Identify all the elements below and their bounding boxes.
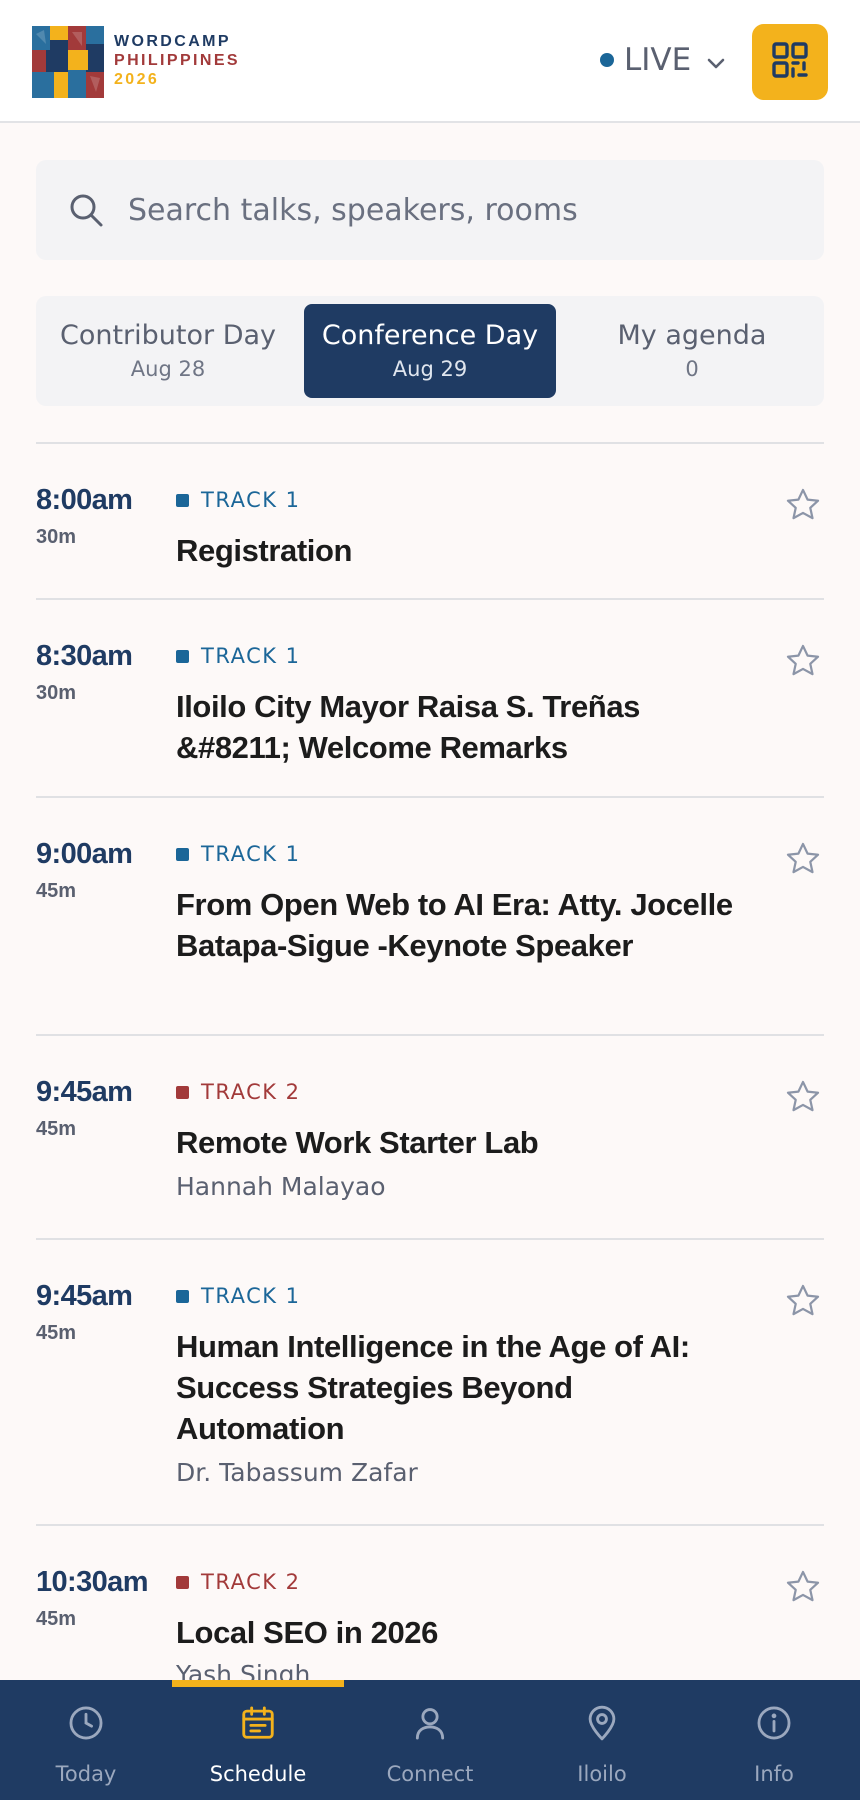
nav-iloilo[interactable]: Iloilo: [516, 1680, 688, 1800]
bottom-navigation: Today Schedule Connect Iloilo Info: [0, 1680, 860, 1800]
nav-today[interactable]: Today: [0, 1680, 172, 1800]
logo-line-year: 2026: [114, 71, 160, 88]
calendar-icon: [239, 1704, 277, 1746]
search-icon: [68, 192, 104, 232]
tab-label: My agenda: [617, 320, 767, 351]
nav-info[interactable]: Info: [688, 1680, 860, 1800]
track-label: TRACK 2: [201, 1570, 301, 1594]
session-time: 8:30am: [36, 640, 133, 672]
session-title[interactable]: From Open Web to AI Era: Atty. Jocelle B…: [176, 884, 736, 966]
tab-contributor-day[interactable]: Contributor Day Aug 28: [42, 304, 294, 398]
session-row[interactable]: 8:30am 30m TRACK 1 Iloilo City Mayor Rai…: [36, 600, 824, 798]
session-speaker[interactable]: Hannah Malayao: [176, 1172, 386, 1201]
track-color-square: [176, 493, 189, 507]
track-label: TRACK 1: [201, 842, 301, 866]
map-pin-icon: [583, 1704, 621, 1746]
session-track: TRACK 1: [176, 1284, 301, 1308]
session-time: 8:00am: [36, 484, 133, 516]
nav-connect[interactable]: Connect: [344, 1680, 516, 1800]
session-track: TRACK 2: [176, 1080, 301, 1104]
session-speaker[interactable]: Dr. Tabassum Zafar: [176, 1458, 418, 1487]
wordcamp-logo-mark[interactable]: [32, 26, 104, 98]
qr-code-icon: [771, 41, 809, 83]
session-title[interactable]: Registration: [176, 530, 736, 571]
nav-label: Iloilo: [577, 1762, 627, 1786]
agenda-count: 0: [685, 357, 699, 381]
nav-schedule[interactable]: Schedule: [172, 1680, 344, 1800]
session-track: TRACK 1: [176, 842, 301, 866]
session-duration: 45m: [36, 880, 77, 902]
star-icon[interactable]: [784, 1078, 822, 1120]
search-bar: [36, 160, 824, 260]
session-duration: 30m: [36, 682, 77, 704]
tab-conference-day[interactable]: Conference Day Aug 29: [304, 304, 556, 398]
session-title[interactable]: Remote Work Starter Lab: [176, 1122, 736, 1163]
tab-label: Conference Day: [321, 320, 539, 351]
live-status-dot: [600, 53, 614, 67]
tab-my-agenda[interactable]: My agenda 0: [566, 304, 818, 398]
session-duration: 30m: [36, 526, 77, 548]
tab-date: Aug 29: [392, 357, 468, 381]
star-icon[interactable]: [784, 642, 822, 684]
star-icon[interactable]: [784, 1282, 822, 1324]
track-color-square: [176, 847, 189, 861]
star-icon[interactable]: [784, 840, 822, 882]
track-color-square: [176, 1289, 189, 1303]
session-row[interactable]: 9:45am 45m TRACK 1 Human Intelligence in…: [36, 1240, 824, 1526]
live-label: LIVE: [624, 42, 692, 78]
session-track: TRACK 1: [176, 644, 301, 668]
live-dropdown[interactable]: LIVE: [600, 38, 725, 82]
info-icon: [755, 1704, 793, 1746]
track-label: TRACK 2: [201, 1080, 301, 1104]
session-track: TRACK 1: [176, 488, 301, 512]
nav-label: Connect: [386, 1762, 474, 1786]
chevron-down-icon: [707, 42, 725, 78]
track-color-square: [176, 649, 189, 663]
session-time: 9:45am: [36, 1076, 133, 1108]
logo-line-wordcamp: WORDCAMP: [114, 33, 231, 50]
session-row[interactable]: 9:00am 45m TRACK 1 From Open Web to AI E…: [36, 798, 824, 1036]
wordcamp-logo-text: WORDCAMP PHILIPPINES 2026: [114, 34, 240, 88]
session-time: 9:45am: [36, 1280, 133, 1312]
session-title[interactable]: Iloilo City Mayor Raisa S. Treñas &#8211…: [176, 686, 736, 768]
nav-label: Info: [754, 1762, 794, 1786]
qr-code-button[interactable]: [752, 24, 828, 100]
app-header: WORDCAMP PHILIPPINES 2026 LIVE: [0, 0, 860, 123]
session-title[interactable]: Local SEO in 2026: [176, 1612, 736, 1653]
star-icon[interactable]: [784, 1568, 822, 1610]
search-input[interactable]: [128, 180, 788, 240]
clock-icon: [67, 1704, 105, 1746]
session-row[interactable]: 9:45am 45m TRACK 2 Remote Work Starter L…: [36, 1036, 824, 1240]
track-label: TRACK 1: [201, 1284, 301, 1308]
session-duration: 45m: [36, 1608, 77, 1630]
session-duration: 45m: [36, 1322, 77, 1344]
nav-label: Schedule: [209, 1762, 307, 1786]
session-time: 9:00am: [36, 838, 133, 870]
track-color-square: [176, 1575, 189, 1589]
person-icon: [411, 1704, 449, 1746]
track-label: TRACK 1: [201, 644, 301, 668]
tab-date: Aug 28: [130, 357, 206, 381]
session-duration: 45m: [36, 1118, 77, 1140]
track-label: TRACK 1: [201, 488, 301, 512]
star-icon[interactable]: [784, 486, 822, 528]
session-row[interactable]: 8:00am 30m TRACK 1 Registration: [36, 444, 824, 600]
tab-label: Contributor Day: [59, 320, 277, 351]
nav-label: Today: [55, 1762, 117, 1786]
session-title[interactable]: Human Intelligence in the Age of AI: Suc…: [176, 1326, 736, 1449]
session-time: 10:30am: [36, 1566, 148, 1598]
logo-line-philippines: PHILIPPINES: [114, 52, 240, 69]
day-tabs: Contributor Day Aug 28 Conference Day Au…: [36, 296, 824, 406]
track-color-square: [176, 1085, 189, 1099]
session-track: TRACK 2: [176, 1570, 301, 1594]
